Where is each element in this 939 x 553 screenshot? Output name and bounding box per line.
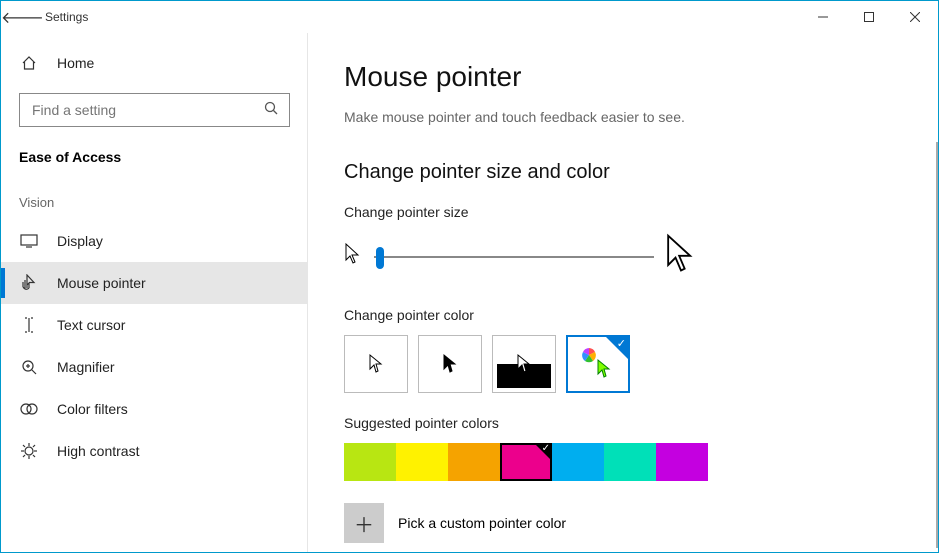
maximize-button[interactable] (846, 1, 892, 33)
pointer-color-label: Change pointer color (344, 307, 902, 323)
close-button[interactable] (892, 1, 938, 33)
check-icon (534, 443, 552, 461)
color-swatch[interactable] (396, 443, 448, 481)
sidebar-item-high-contrast[interactable]: High contrast (1, 430, 308, 472)
color-swatch[interactable] (656, 443, 708, 481)
search-icon (263, 100, 279, 121)
sidebar-item-label: Color filters (57, 401, 128, 417)
sidebar-item-label: High contrast (57, 443, 139, 459)
pointer-color-white[interactable] (344, 335, 408, 393)
sidebar-item-magnifier[interactable]: Magnifier (1, 346, 308, 388)
pointer-size-label: Change pointer size (344, 204, 902, 220)
category-heading: Ease of Access (1, 127, 308, 173)
content-pane: Mouse pointer Make mouse pointer and tou… (308, 33, 938, 552)
suggested-colors-label: Suggested pointer colors (344, 415, 902, 431)
text-cursor-icon (19, 316, 39, 334)
color-filters-icon (19, 401, 39, 417)
sidebar-item-label: Text cursor (57, 317, 125, 333)
slider-thumb[interactable] (376, 247, 384, 269)
color-swatch[interactable] (500, 443, 552, 481)
display-icon (19, 234, 39, 248)
back-button[interactable]: 🡐 (1, 7, 41, 28)
check-icon (606, 337, 628, 359)
sidebar: Home Ease of Access Vision Display Mouse… (1, 33, 308, 552)
page-heading: Mouse pointer (344, 61, 902, 93)
custom-color-label: Pick a custom pointer color (398, 515, 566, 531)
color-swatch[interactable] (344, 443, 396, 481)
sidebar-item-label: Mouse pointer (57, 275, 146, 291)
color-swatch[interactable] (604, 443, 656, 481)
sidebar-item-display[interactable]: Display (1, 220, 308, 262)
high-contrast-icon (19, 443, 39, 459)
page-description: Make mouse pointer and touch feedback ea… (344, 109, 902, 125)
suggested-colors-row (344, 443, 902, 481)
mouse-pointer-icon (19, 274, 39, 292)
window-title: Settings (41, 10, 88, 24)
minimize-button[interactable] (800, 1, 846, 33)
sidebar-item-color-filters[interactable]: Color filters (1, 388, 308, 430)
add-custom-color-button[interactable]: ＋ (344, 503, 384, 543)
sidebar-item-label: Magnifier (57, 359, 115, 375)
section-heading: Change pointer size and color (344, 161, 902, 184)
search-input[interactable] (30, 101, 263, 119)
home-label: Home (57, 55, 94, 71)
home-icon (19, 55, 39, 71)
pointer-color-custom[interactable] (566, 335, 630, 393)
color-swatch[interactable] (552, 443, 604, 481)
color-swatch[interactable] (448, 443, 500, 481)
pointer-size-slider[interactable] (374, 256, 654, 258)
sidebar-item-text-cursor[interactable]: Text cursor (1, 304, 308, 346)
home-nav[interactable]: Home (1, 41, 308, 85)
scrollbar[interactable] (936, 142, 938, 548)
pointer-color-inverted[interactable] (492, 335, 556, 393)
search-input-wrap[interactable] (19, 93, 290, 127)
large-cursor-icon (664, 232, 700, 281)
sidebar-item-mouse-pointer[interactable]: Mouse pointer (1, 262, 308, 304)
group-label: Vision (1, 173, 308, 220)
small-cursor-icon (344, 242, 364, 271)
magnifier-icon (19, 359, 39, 375)
sidebar-item-label: Display (57, 233, 103, 249)
pointer-color-black[interactable] (418, 335, 482, 393)
